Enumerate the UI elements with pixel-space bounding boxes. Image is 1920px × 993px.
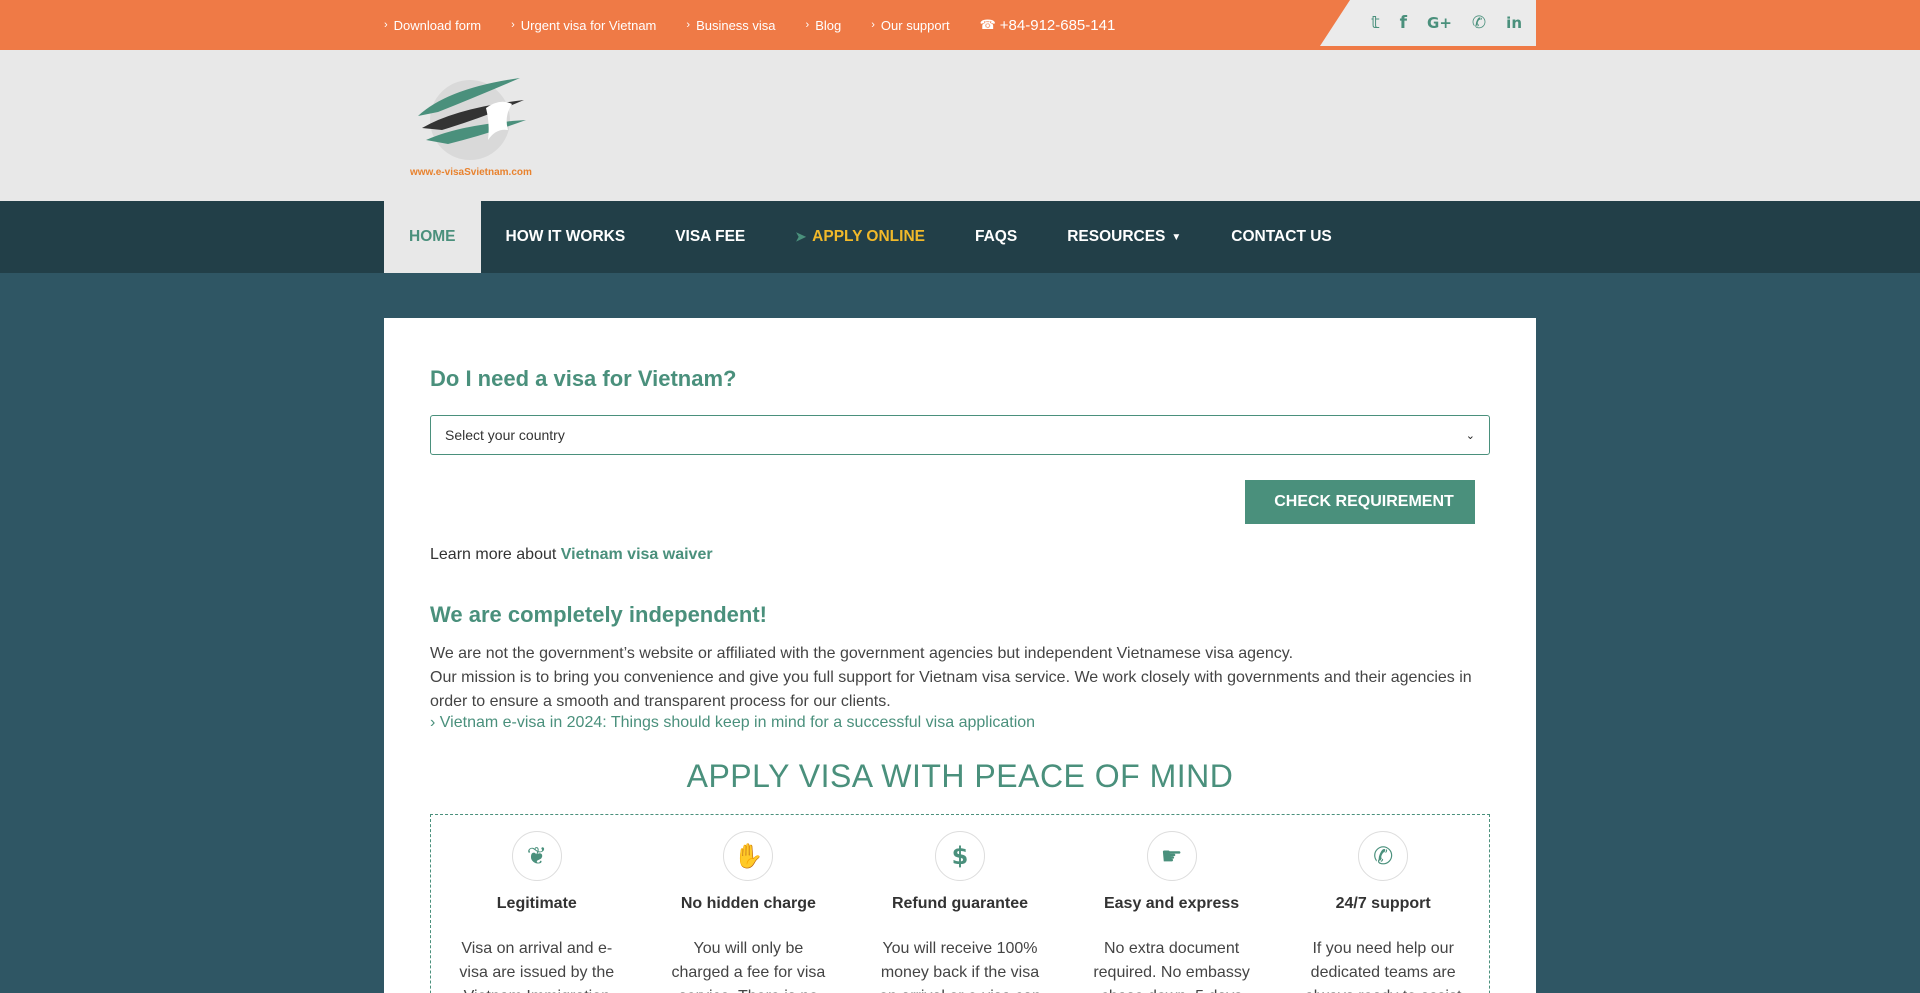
pointer-icon: ☛	[1146, 831, 1197, 881]
paper-plane-icon: ➤	[795, 229, 807, 244]
hand-icon: ✋	[723, 831, 774, 881]
article-link[interactable]: › Vietnam e-visa in 2024: Things should …	[430, 714, 1035, 732]
dollar-icon: $	[934, 831, 985, 881]
top-link-business-visa[interactable]: › Business visa	[686, 18, 775, 33]
social-links: 𝕥 f G+ ✆ in	[1320, 0, 1536, 46]
top-link-blog[interactable]: › Blog	[806, 18, 842, 33]
visa-question-title: Do I need a visa for Vietnam?	[430, 366, 737, 391]
nav-item-how-it-works[interactable]: HOW IT WORKS	[481, 201, 651, 273]
main-nav: HOME HOW IT WORKS VISA FEE ➤ APPLY ONLINE…	[0, 201, 1920, 273]
chevron-right-icon: ›	[384, 19, 388, 31]
top-link-our-support[interactable]: › Our support	[871, 18, 949, 33]
facebook-icon[interactable]: f	[1400, 13, 1407, 33]
check-requirement-button[interactable]: CHECK REQUIREMENT	[1245, 480, 1475, 524]
chevron-right-icon: ›	[511, 19, 515, 31]
phone-icon: ✆	[1358, 831, 1409, 881]
country-select-value: Select your country	[445, 427, 565, 443]
phone-icon: ☎	[979, 17, 996, 32]
feature-item: ☛ Easy and express No extra document req…	[1066, 815, 1278, 993]
content-card: Do I need a visa for Vietnam? Select you…	[384, 318, 1536, 993]
chevron-right-icon: ›	[871, 19, 875, 31]
top-bar: › Download form › Urgent visa for Vietnam …	[0, 0, 1920, 50]
country-select[interactable]: Select your country ⌄	[430, 415, 1490, 455]
site-header: www.e-visaSvietnam.com	[0, 50, 1920, 201]
feature-item: $ Refund guarantee You will receive 100%…	[854, 815, 1066, 993]
features-list: ❦ Legitimate Visa on arrival and e-visa …	[430, 814, 1490, 993]
independent-para-2: Our mission is to bring you convenience …	[430, 669, 1472, 710]
top-link-urgent-visa[interactable]: › Urgent visa for Vietnam	[511, 18, 656, 33]
chevron-down-icon: ⌄	[1465, 429, 1475, 442]
chevron-right-icon: ›	[430, 714, 440, 731]
nav-item-faqs[interactable]: FAQS	[950, 201, 1042, 273]
leaf-icon: ❦	[511, 831, 562, 881]
feature-item: ❦ Legitimate Visa on arrival and e-visa …	[431, 815, 643, 993]
google-plus-icon[interactable]: G+	[1427, 14, 1452, 32]
top-links: › Download form › Urgent visa for Vietnam …	[384, 0, 1115, 50]
linkedin-icon[interactable]: in	[1506, 14, 1522, 32]
nav-item-visa-fee[interactable]: VISA FEE	[650, 201, 770, 273]
nav-item-resources[interactable]: RESOURCES ▼	[1042, 201, 1206, 273]
caret-down-icon: ▼	[1171, 231, 1182, 243]
phone-number[interactable]: ☎ +84-912-685-141	[980, 17, 1116, 34]
logo-text: www.e-visaSvietnam.com	[409, 167, 532, 178]
peace-of-mind-title: APPLY VISA WITH PEACE OF MIND	[686, 758, 1234, 794]
top-link-download-form[interactable]: › Download form	[384, 18, 481, 33]
chevron-right-icon: ›	[805, 19, 810, 31]
twitter-icon[interactable]: 𝕥	[1371, 13, 1380, 33]
visa-waiver-link[interactable]: Vietnam visa waiver	[561, 546, 713, 563]
nav-items: HOME HOW IT WORKS VISA FEE ➤ APPLY ONLINE…	[384, 201, 1357, 273]
nav-item-home[interactable]: HOME	[384, 201, 481, 273]
feature-item: ✆ 24/7 support If you need help our dedi…	[1277, 815, 1489, 993]
whatsapp-icon[interactable]: ✆	[1472, 13, 1486, 33]
nav-item-contact-us[interactable]: CONTACT US	[1206, 201, 1356, 273]
feature-item: ✋ No hidden charge You will only be char…	[643, 815, 855, 993]
nav-item-apply-online[interactable]: ➤ APPLY ONLINE	[770, 201, 950, 273]
independent-para-1: We are not the government’s website or a…	[430, 645, 1294, 662]
independent-title: We are completely independent!	[430, 602, 768, 627]
chevron-right-icon: ›	[686, 19, 691, 31]
site-logo[interactable]: www.e-visaSvietnam.com	[408, 68, 538, 180]
learn-more-text: Learn more about Vietnam visa waiver	[430, 546, 713, 563]
